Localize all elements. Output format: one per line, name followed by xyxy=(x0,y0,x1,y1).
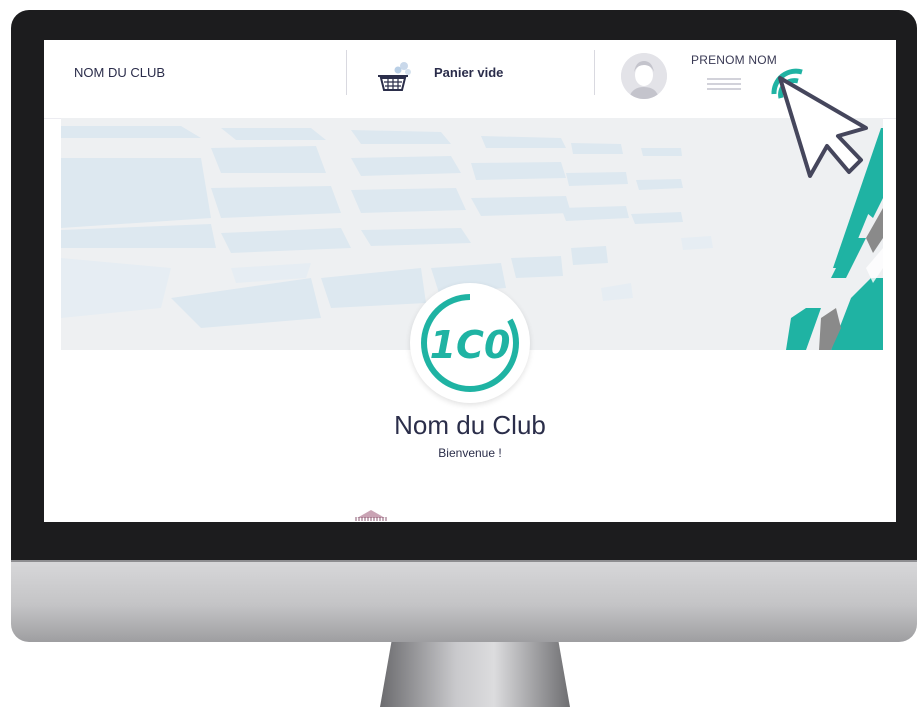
club-name-link[interactable]: NOM DU CLUB xyxy=(74,65,165,80)
monitor-chin-edge xyxy=(11,560,917,562)
svg-text:1C0: 1C0 xyxy=(430,323,511,367)
avatar[interactable] xyxy=(621,53,667,99)
screen: NOM DU CLUB Panier vide PRENOM NOM 1C0 N… xyxy=(44,40,896,522)
basket-icon[interactable] xyxy=(374,58,416,103)
monitor-stand xyxy=(380,642,570,707)
page-title: Nom du Club xyxy=(394,410,546,440)
avatar-icon xyxy=(621,53,667,99)
club-logo: 1C0 xyxy=(410,283,530,403)
cart-label[interactable]: Panier vide xyxy=(434,65,503,80)
partial-graphic xyxy=(351,508,391,522)
page-subtitle: Bienvenue ! xyxy=(438,446,502,460)
monitor-chin xyxy=(11,560,917,642)
header-divider xyxy=(346,50,347,95)
user-name[interactable]: PRENOM NOM xyxy=(691,53,777,67)
menu-icon[interactable] xyxy=(707,77,747,96)
header-divider xyxy=(594,50,595,95)
logo-icon: 1C0 xyxy=(421,292,519,392)
cursor-icon xyxy=(766,64,896,194)
